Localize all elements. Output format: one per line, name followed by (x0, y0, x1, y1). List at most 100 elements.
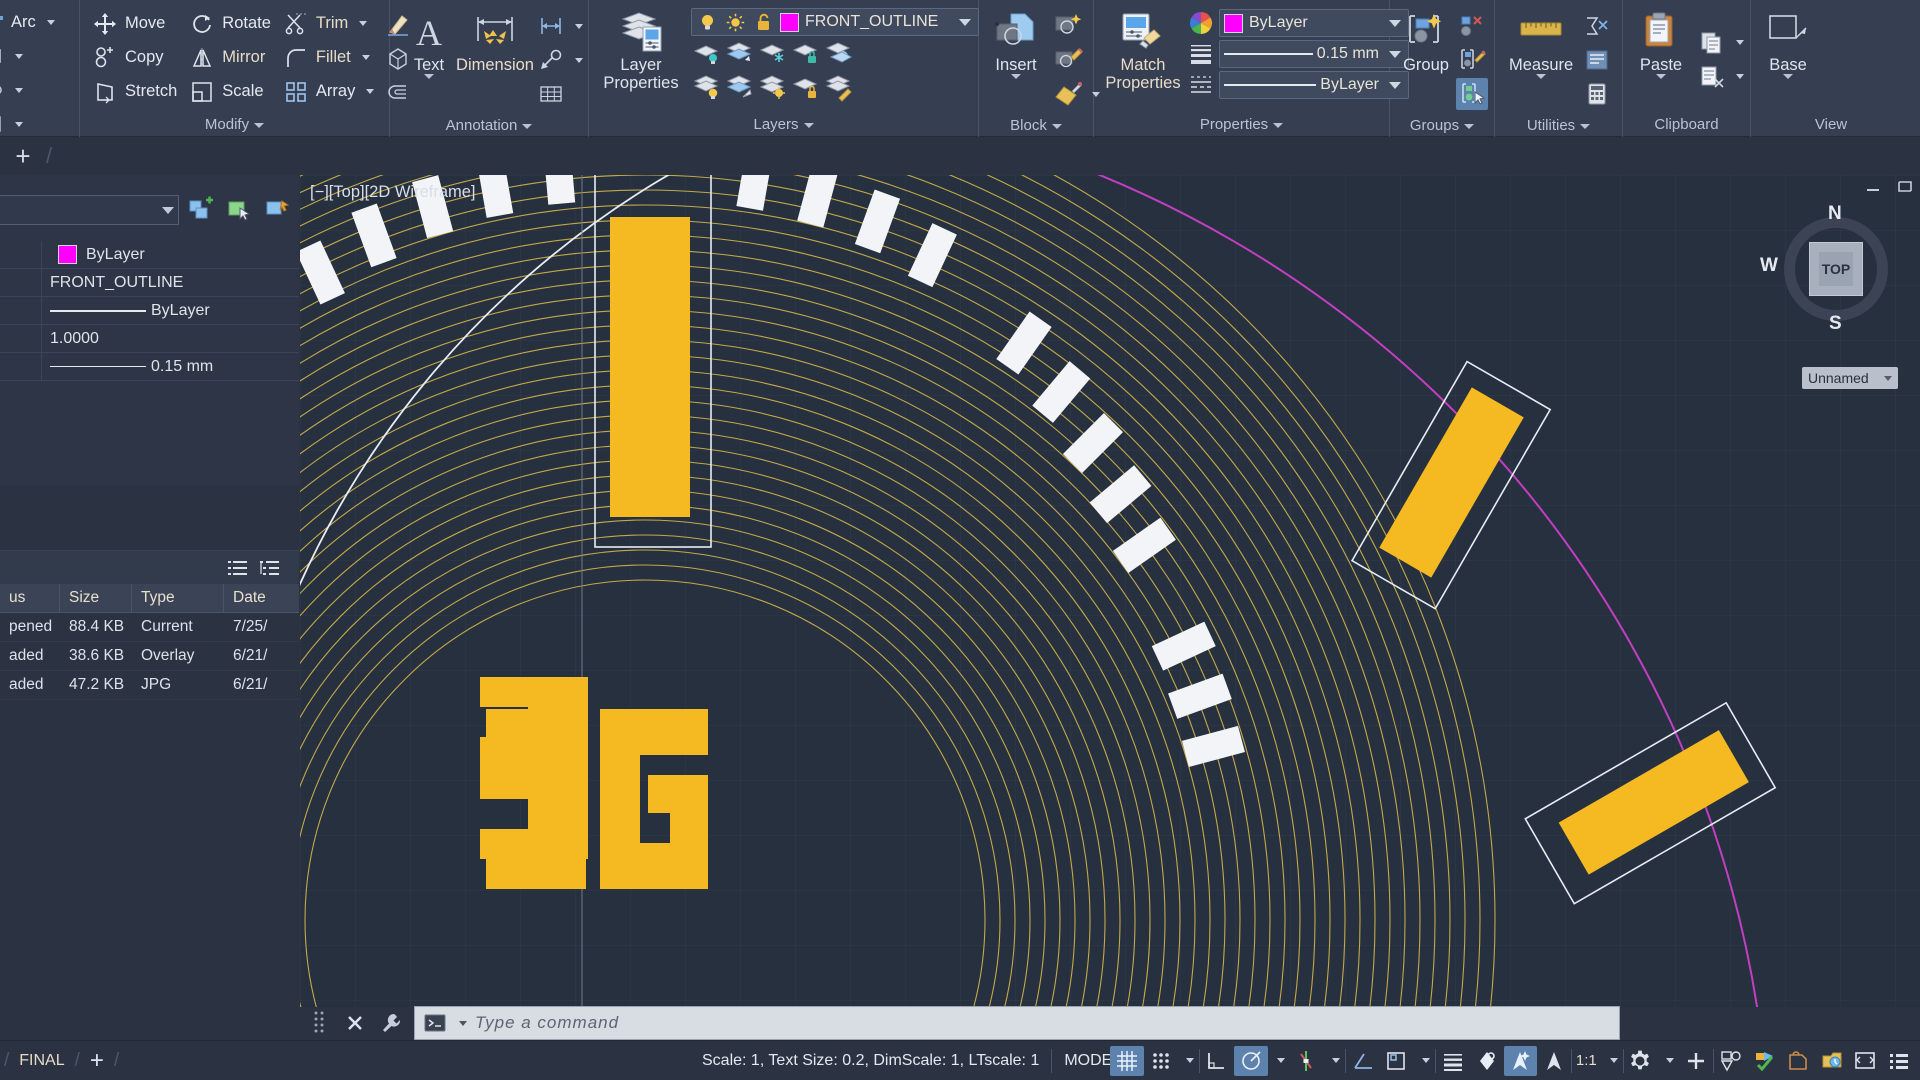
column-header-status[interactable]: us (0, 584, 60, 612)
modify-trim-button[interactable]: Trim (277, 8, 380, 40)
select-similar-button[interactable] (223, 195, 255, 225)
chevron-down-icon[interactable] (1736, 40, 1744, 45)
isolate-objects-button[interactable] (1714, 1046, 1748, 1076)
chevron-down-icon[interactable] (424, 74, 434, 80)
group-selection-on-button[interactable] (1456, 78, 1488, 110)
lightbulb-on-icon[interactable] (696, 9, 718, 35)
column-header-date[interactable]: Date (224, 584, 299, 612)
chevron-down-icon[interactable] (361, 55, 370, 60)
ribbon-panel-annotation-title[interactable]: Annotation (390, 114, 588, 138)
layer-turn-on-button[interactable] (724, 72, 756, 104)
pick-toggle-button[interactable] (261, 195, 293, 225)
snap-settings-dropdown[interactable] (1177, 1046, 1199, 1076)
minimize-icon[interactable] (1864, 177, 1882, 195)
command-input[interactable]: Type a command (414, 1006, 1620, 1040)
draw-ellipse-button[interactable] (0, 74, 61, 106)
chevron-down-icon[interactable] (1051, 123, 1062, 129)
view-cube-face[interactable]: TOP (1809, 242, 1863, 296)
layer-lock-button[interactable] (790, 38, 822, 70)
selection-cycling-toggle[interactable] (1503, 1045, 1538, 1076)
add-layout-button[interactable]: + (90, 1047, 104, 1075)
annotation-scale-dropdown[interactable] (1601, 1046, 1623, 1076)
property-value-cell[interactable]: ByLayer (42, 245, 299, 264)
chevron-down-icon[interactable] (575, 23, 583, 29)
ribbon-panel-properties-title[interactable]: Properties (1094, 113, 1389, 137)
chevron-down-icon[interactable] (803, 122, 814, 128)
layer-control-combo[interactable]: FRONT_OUTLINE (691, 8, 979, 36)
unlock-icon[interactable] (752, 9, 774, 35)
column-header-type[interactable]: Type (132, 584, 224, 612)
property-row-layer[interactable]: FRONT_OUTLINE (0, 269, 299, 297)
layer-freeze-button[interactable] (757, 38, 789, 70)
quick-select-button[interactable] (185, 195, 217, 225)
clean-screen-button[interactable] (1849, 1046, 1883, 1076)
annotation-dimension-button[interactable]: Dimension (456, 6, 534, 78)
ribbon-panel-utilities-title[interactable]: Utilities (1495, 114, 1622, 138)
chevron-down-icon[interactable] (1273, 122, 1284, 128)
layer-properties-button[interactable]: Layer Properties (595, 6, 687, 97)
property-value-cell[interactable]: 1.0000 (42, 330, 299, 348)
modify-stretch-button[interactable]: Stretch (86, 76, 183, 108)
color-swatch-icon[interactable] (1224, 13, 1243, 33)
customize-wrench-icon[interactable] (378, 1010, 404, 1036)
annotation-scale-info[interactable]: Scale: 1, Text Size: 0.2, DimScale: 1, L… (690, 1047, 1051, 1075)
command-prompt-icon[interactable] (423, 1010, 447, 1036)
drawing-canvas[interactable] (300, 175, 1920, 1007)
chevron-down-icon[interactable] (959, 18, 971, 26)
property-row-lineweight[interactable]: 0.15 mm (0, 353, 299, 381)
modify-fillet-button[interactable]: Fillet (277, 42, 380, 74)
table-row[interactable]: aded 47.2 KB JPG 6/21/ (0, 671, 299, 700)
chevron-down-icon[interactable] (254, 122, 265, 128)
annotation-text-button[interactable]: A Text (396, 6, 462, 83)
settings-dropdown[interactable] (1657, 1046, 1679, 1076)
ribbon-panel-groups-title[interactable]: Groups (1390, 114, 1494, 138)
property-row-ltscale[interactable]: 1.0000 (0, 325, 299, 353)
layer-change-button[interactable] (823, 72, 855, 104)
annotation-scale-value[interactable]: 1:1 (1572, 1052, 1601, 1069)
lineweight-display-toggle[interactable] (1436, 1046, 1470, 1076)
column-header-size[interactable]: Size (60, 584, 132, 612)
ribbon-panel-clipboard-title[interactable]: Clipboard (1623, 113, 1750, 137)
close-icon[interactable] (342, 1010, 368, 1036)
ribbon-panel-layers-title[interactable]: Layers (589, 113, 978, 137)
quick-calc-button[interactable] (1581, 10, 1613, 42)
settings-button[interactable] (1624, 1046, 1658, 1076)
draw-rectangle-button[interactable] (0, 40, 61, 72)
chevron-down-icon[interactable] (15, 121, 23, 127)
color-swatch-icon[interactable] (780, 12, 799, 32)
chevron-down-icon[interactable] (1656, 74, 1666, 80)
base-view-button[interactable]: Base (1757, 6, 1819, 83)
property-row-linetype[interactable]: ByLayer (0, 297, 299, 325)
property-row-color[interactable]: ByLayer (0, 241, 299, 269)
lineweight-combo[interactable]: 0.15 mm (1219, 40, 1409, 68)
match-properties-button[interactable]: Match Properties (1100, 6, 1186, 97)
chevron-down-icon[interactable] (1580, 123, 1591, 129)
chevron-down-icon[interactable] (1011, 74, 1021, 80)
modify-mirror-button[interactable]: Mirror (183, 42, 277, 74)
list-view-icon[interactable] (225, 555, 251, 581)
snap-mode-toggle[interactable] (1144, 1046, 1178, 1076)
view-cube-south[interactable]: S (1829, 313, 1842, 335)
3d-object-snap-toggle[interactable] (1537, 1046, 1571, 1076)
chevron-down-icon[interactable] (1464, 123, 1475, 129)
layer-isolate-button[interactable] (691, 38, 723, 70)
object-color-combo[interactable]: ByLayer (1219, 9, 1409, 37)
color-swatch-icon[interactable] (58, 245, 77, 264)
ucs-toggle[interactable] (1380, 1046, 1414, 1076)
layer-lock-alt-button[interactable] (790, 72, 822, 104)
chevron-down-icon[interactable] (1736, 74, 1744, 79)
properties-object-filter-combo[interactable] (0, 195, 179, 225)
layer-unisolate-button[interactable] (724, 38, 756, 70)
modify-rotate-button[interactable]: Rotate (183, 8, 277, 40)
chevron-down-icon[interactable] (459, 1020, 467, 1026)
chevron-down-icon[interactable] (162, 206, 174, 214)
chevron-down-icon[interactable] (1536, 74, 1547, 80)
group-button[interactable]: Group (1396, 6, 1456, 78)
view-cube-west[interactable]: W (1760, 255, 1778, 277)
annotation-table-button[interactable] (532, 78, 589, 110)
transparency-toggle[interactable] (1470, 1046, 1504, 1076)
annotation-visibility-button[interactable] (1781, 1046, 1815, 1076)
linetype-combo[interactable]: ByLayer (1219, 71, 1409, 99)
id-point-button[interactable] (1581, 44, 1613, 76)
property-value-cell[interactable]: FRONT_OUTLINE (42, 274, 299, 292)
